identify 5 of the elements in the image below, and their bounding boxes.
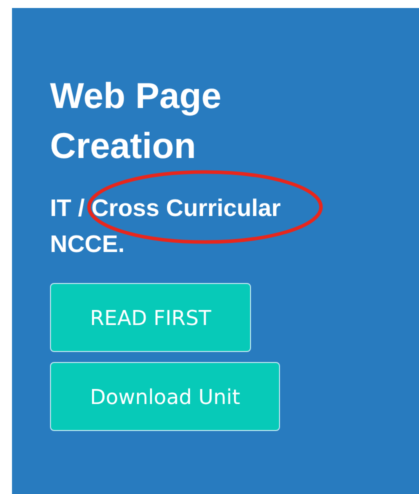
page-title: Web Page Creation: [50, 74, 222, 168]
subtitle-line: NCCE.: [50, 230, 125, 260]
link-button[interactable]: READ FIRST: [50, 283, 252, 352]
link-button[interactable]: Download Unit: [50, 362, 280, 431]
subtitle-line: IT / Cross Curricular: [50, 194, 281, 224]
